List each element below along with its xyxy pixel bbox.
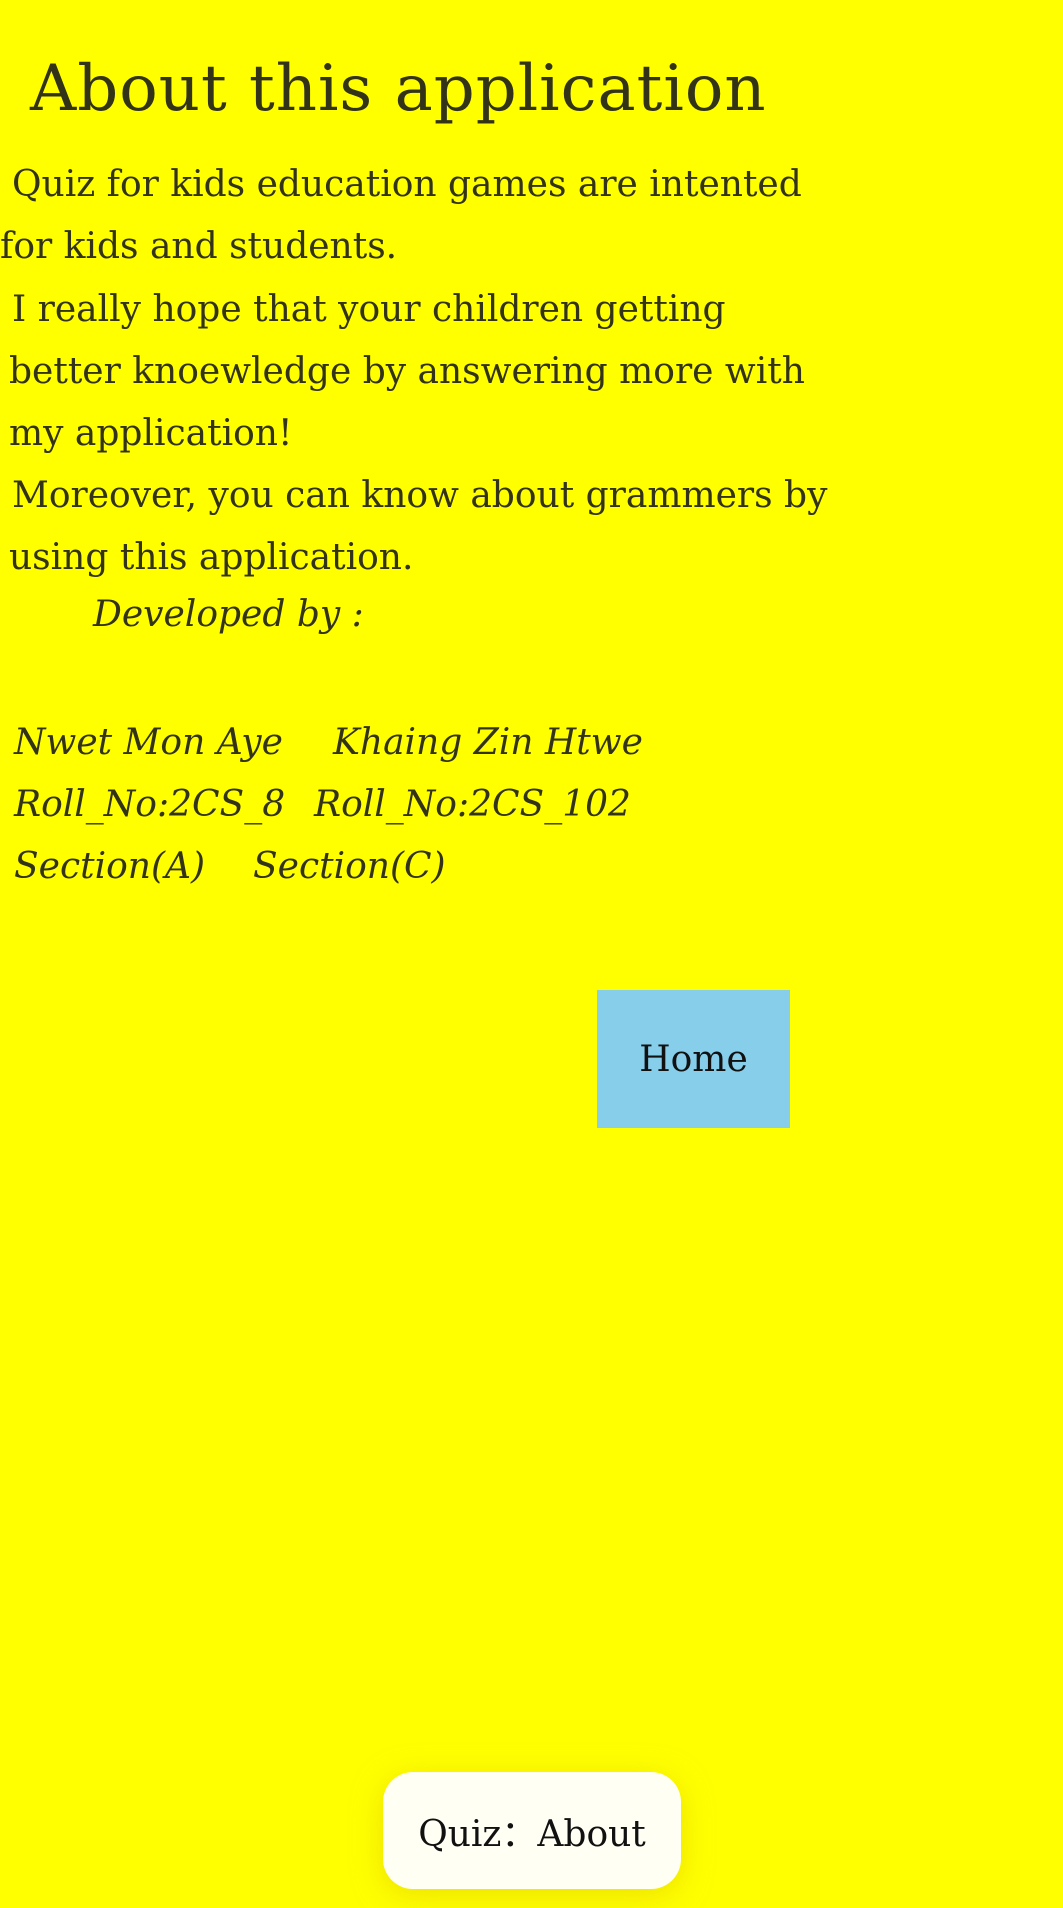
- developer-1-name: Nwet Mon Aye: [14, 722, 283, 763]
- description-line: my application!: [9, 413, 293, 454]
- developer-1-roll: Roll_No:2CS_8: [14, 784, 286, 825]
- developer-1-section: Section(A): [14, 846, 206, 887]
- description-line: better knoewledge by answering more with: [9, 351, 805, 392]
- developer-2-name: Khaing Zin Htwe: [333, 722, 643, 763]
- description-line: using this application.: [9, 537, 414, 578]
- description-line: I really hope that your children getting: [12, 289, 726, 330]
- description-line: Quiz for kids education games are intent…: [12, 164, 802, 205]
- description-line: Moreover, you can know about grammers by: [12, 475, 828, 516]
- description-paragraph-2: I really hope that your children getting…: [9, 279, 805, 465]
- developer-2-roll: Roll_No:2CS_102: [314, 784, 631, 825]
- home-button[interactable]: Home: [597, 990, 790, 1128]
- toast-message: Quiz：About: [383, 1772, 681, 1889]
- description-line: for kids and students.: [0, 226, 398, 267]
- description-paragraph-1: Quiz for kids education games are intent…: [0, 154, 802, 278]
- developed-by-label: Developed by :: [93, 594, 364, 635]
- developer-2-section: Section(C): [253, 846, 446, 887]
- description-paragraph-3: Moreover, you can know about grammers by…: [9, 465, 827, 589]
- page-title: About this application: [30, 52, 767, 126]
